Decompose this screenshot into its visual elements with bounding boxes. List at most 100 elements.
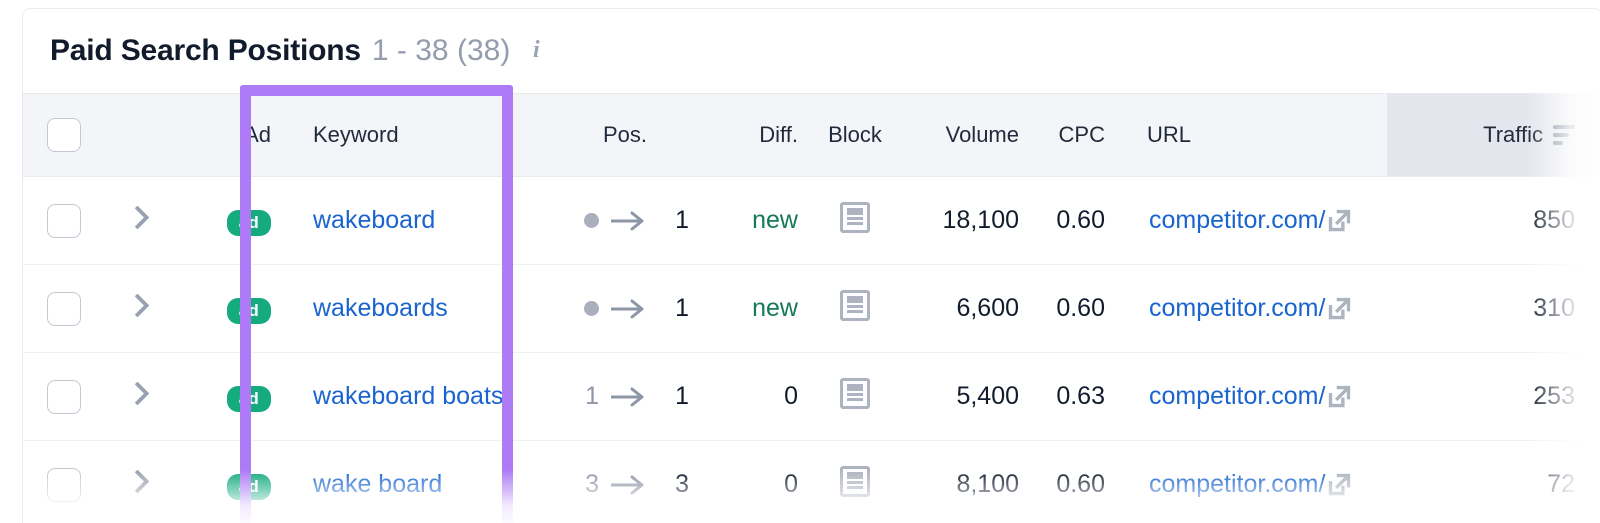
row-expand-cell: [105, 352, 167, 441]
select-all-header: [23, 93, 105, 177]
url-cell: competitor.com/: [1119, 176, 1387, 265]
arrow-right-glyph: [611, 475, 644, 494]
table-row[interactable]: ad wake board 3 3 0 8,100 0.60 competito…: [23, 440, 1600, 523]
block-icon[interactable]: [840, 465, 870, 497]
paid-search-positions-table: Ad Keyword Pos. Diff. Block Volume CPC U…: [23, 93, 1600, 523]
column-header-pos[interactable]: Pos.: [557, 93, 707, 177]
panel-header: Paid Search Positions 1 - 38 (38) i: [23, 9, 1600, 93]
row-select-cell: [23, 440, 105, 523]
select-all-checkbox[interactable]: [47, 118, 81, 152]
column-header-block[interactable]: Block: [812, 93, 898, 177]
column-header-cpc[interactable]: CPC: [1033, 93, 1119, 177]
url-link[interactable]: competitor.com/: [1149, 382, 1325, 411]
cpc-cell: 0.60: [1033, 176, 1119, 265]
page-title: Paid Search Positions: [50, 34, 361, 67]
volume-cell: 5,400: [898, 352, 1033, 441]
arrow-right-icon: [599, 474, 659, 496]
pos-current: 3: [675, 470, 689, 498]
sort-descending-icon[interactable]: [1553, 125, 1575, 145]
chevron-right-icon[interactable]: [124, 381, 148, 405]
block-cell: [812, 440, 898, 523]
row-checkbox[interactable]: [47, 291, 81, 326]
arrow-right-glyph: [611, 211, 644, 230]
block-cell: [812, 176, 898, 265]
arrow-right-glyph: [611, 299, 644, 318]
cpc-cell: 0.60: [1033, 440, 1119, 523]
keyword-link[interactable]: wakeboard boats: [313, 382, 503, 410]
traffic-cell: 850: [1387, 176, 1600, 265]
external-link-icon[interactable]: [1326, 207, 1353, 234]
keyword-link[interactable]: wake board: [313, 470, 442, 498]
block-icon[interactable]: [840, 201, 870, 233]
block-cell: [812, 352, 898, 441]
column-header-diff[interactable]: Diff.: [707, 93, 812, 177]
diff-cell: 0: [707, 352, 812, 441]
row-checkbox[interactable]: [47, 467, 81, 502]
external-link-icon[interactable]: [1326, 383, 1353, 410]
column-header-ad[interactable]: Ad: [167, 93, 285, 177]
block-cell: [812, 264, 898, 353]
table-row[interactable]: ad wakeboard 1 new 18,100 0.60 competito…: [23, 176, 1600, 265]
external-link-icon[interactable]: [1326, 295, 1353, 322]
pos-current: 1: [675, 294, 689, 322]
url-link[interactable]: competitor.com/: [1149, 294, 1325, 323]
pos-cell: 3 3: [557, 440, 707, 523]
keyword-cell: wakeboards: [285, 264, 557, 353]
url-link[interactable]: competitor.com/: [1149, 470, 1325, 499]
url-cell: competitor.com/: [1119, 352, 1387, 441]
row-checkbox[interactable]: [47, 379, 81, 414]
table-header: Ad Keyword Pos. Diff. Block Volume CPC U…: [23, 93, 1600, 177]
external-link-icon[interactable]: [1326, 471, 1353, 498]
arrow-right-glyph: [611, 387, 644, 406]
expand-header: [105, 93, 167, 177]
traffic-cell: 72: [1387, 440, 1600, 523]
row-checkbox[interactable]: [47, 203, 81, 238]
table-row[interactable]: ad wakeboards 1 new 6,600 0.60 competito…: [23, 264, 1600, 353]
diff-cell: 0: [707, 440, 812, 523]
keyword-link[interactable]: wakeboard: [313, 206, 435, 234]
traffic-cell: 310: [1387, 264, 1600, 353]
table-body: ad wakeboard 1 new 18,100 0.60 competito…: [23, 176, 1600, 523]
info-icon[interactable]: i: [527, 38, 545, 64]
table-header-row: Ad Keyword Pos. Diff. Block Volume CPC U…: [23, 93, 1600, 177]
volume-cell: 18,100: [898, 176, 1033, 265]
row-expand-cell: [105, 440, 167, 523]
row-expand-cell: [105, 176, 167, 265]
pos-previous: 3: [585, 470, 599, 498]
block-icon[interactable]: [840, 289, 870, 321]
pos-previous: [557, 206, 599, 235]
keyword-cell: wakeboard boats: [285, 352, 557, 441]
paid-search-positions-screen: Paid Search Positions 1 - 38 (38) i Ad K…: [0, 0, 1600, 523]
ad-cell: ad: [167, 264, 285, 353]
paid-search-positions-card: Paid Search Positions 1 - 38 (38) i Ad K…: [22, 8, 1600, 523]
column-header-keyword[interactable]: Keyword: [285, 93, 557, 177]
chevron-right-icon[interactable]: [124, 205, 148, 229]
row-select-cell: [23, 352, 105, 441]
keyword-cell: wakeboard: [285, 176, 557, 265]
chevron-right-icon[interactable]: [124, 469, 148, 493]
ad-badge: ad: [226, 209, 271, 236]
ad-cell: ad: [167, 440, 285, 523]
pos-cell: 1 1: [557, 352, 707, 441]
volume-cell: 6,600: [898, 264, 1033, 353]
ad-cell: ad: [167, 352, 285, 441]
results-range-count: 1 - 38 (38): [371, 34, 511, 67]
chevron-right-icon[interactable]: [124, 293, 148, 317]
column-header-traffic[interactable]: Traffic: [1387, 93, 1600, 177]
pos-cell: 1: [557, 264, 707, 353]
column-header-volume[interactable]: Volume: [898, 93, 1033, 177]
keyword-cell: wake board: [285, 440, 557, 523]
column-header-pos-label: Pos.: [603, 122, 648, 147]
pos-previous: 1: [585, 382, 599, 410]
pos-previous: [557, 294, 599, 323]
url-link[interactable]: competitor.com/: [1149, 206, 1325, 235]
block-icon[interactable]: [840, 377, 870, 409]
keyword-link[interactable]: wakeboards: [313, 294, 448, 322]
pos-current: 1: [675, 206, 689, 234]
arrow-right-icon: [599, 298, 659, 320]
column-header-url[interactable]: URL: [1119, 93, 1387, 177]
pos-dot-icon: [584, 301, 599, 316]
table-row[interactable]: ad wakeboard boats 1 1 0 5,400 0.63 comp…: [23, 352, 1600, 441]
row-select-cell: [23, 264, 105, 353]
volume-cell: 8,100: [898, 440, 1033, 523]
